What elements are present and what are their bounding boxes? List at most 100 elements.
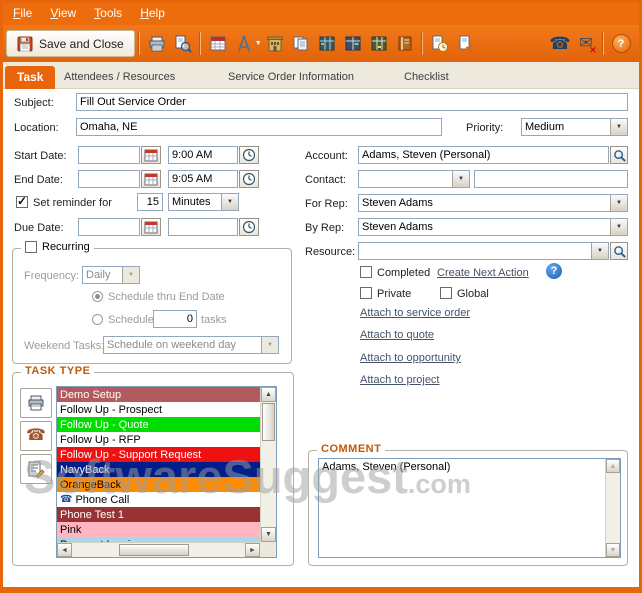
contact-select[interactable]: [358, 170, 470, 188]
task-type-item[interactable]: ☎ Follow Up - RFP: [57, 432, 260, 447]
attach-to-opportunity-link[interactable]: Attach to opportunity: [360, 352, 461, 364]
task-type-item[interactable]: ☎ Follow Up - Quote: [57, 417, 260, 432]
contact-text-input[interactable]: [474, 170, 628, 188]
tab-checklist[interactable]: Checklist: [404, 71, 449, 83]
scroll-left-icon[interactable]: ◄: [57, 543, 72, 557]
schedule-thru-end-date-radio[interactable]: [92, 291, 103, 302]
end-time-input[interactable]: 9:05 AM: [168, 170, 238, 188]
reminder-unit-value: Minutes: [172, 196, 211, 208]
clock-document-icon[interactable]: [427, 31, 453, 57]
scroll-down-icon[interactable]: ▼: [606, 543, 620, 557]
menu-tools[interactable]: Tools: [85, 3, 131, 23]
scroll-right-icon[interactable]: ►: [245, 543, 260, 557]
building-icon[interactable]: [262, 31, 288, 57]
help-icon-blue[interactable]: ?: [546, 263, 562, 279]
resource-lookup-button[interactable]: [610, 242, 628, 260]
journal-grid-icon[interactable]: [340, 31, 366, 57]
print-icon[interactable]: [144, 31, 170, 57]
contact-label: Contact:: [305, 174, 346, 186]
vertical-scroll-thumb[interactable]: [262, 403, 275, 441]
priority-value: Medium: [525, 121, 565, 133]
recurring-checkbox[interactable]: [25, 241, 37, 253]
task-type-item[interactable]: ☎ Demo Setup: [57, 387, 260, 402]
account-input[interactable]: Adams, Steven (Personal): [358, 146, 609, 164]
task-type-horizontal-scrollbar[interactable]: ◄ ►: [57, 542, 260, 557]
global-checkbox[interactable]: [440, 287, 452, 299]
task-type-item[interactable]: ☎ Phone Call: [57, 492, 260, 507]
attach-to-quote-link[interactable]: Attach to quote: [360, 329, 434, 341]
menu-file[interactable]: File: [4, 3, 41, 23]
start-date-input[interactable]: [78, 146, 140, 164]
task-edit-list-button[interactable]: [20, 454, 52, 484]
schedule-tasks-radio[interactable]: [92, 314, 103, 325]
attach-to-service-order-link[interactable]: Attach to service order: [360, 307, 470, 319]
frequency-select[interactable]: Daily: [82, 266, 140, 284]
tab-attendees-resources[interactable]: Attendees / Resources: [64, 71, 175, 83]
weekend-tasks-select[interactable]: Schedule on weekend day: [103, 336, 279, 354]
location-input[interactable]: Omaha, NE: [76, 118, 442, 136]
task-type-item[interactable]: ☎ NavyBack: [57, 462, 260, 477]
scroll-down-icon[interactable]: ▼: [261, 527, 276, 542]
account-value: Adams, Steven (Personal): [362, 149, 491, 161]
task-type-rows: ☎ Demo Setup ☎ Follow Up - Prospect ☎ Fo…: [57, 387, 260, 542]
start-time-input[interactable]: 9:00 AM: [168, 146, 238, 164]
print-preview-icon[interactable]: [170, 31, 196, 57]
comment-textarea[interactable]: Adams, Steven (Personal) ▲ ▼: [318, 458, 621, 558]
comment-scrollbar[interactable]: ▲ ▼: [605, 459, 620, 557]
scroll-up-icon[interactable]: ▲: [606, 459, 620, 473]
documents-icon[interactable]: [288, 31, 314, 57]
menu-bar: File View Tools Help: [0, 0, 642, 25]
horizontal-scroll-thumb[interactable]: [119, 544, 189, 556]
due-date-input[interactable]: [78, 218, 140, 236]
task-type-item[interactable]: ☎ Follow Up - Prospect: [57, 402, 260, 417]
start-date-calendar-button[interactable]: [141, 146, 161, 164]
by-rep-select[interactable]: Steven Adams: [358, 218, 628, 236]
task-phone-button[interactable]: ☎: [20, 421, 52, 451]
reminder-unit-select[interactable]: Minutes: [168, 193, 239, 211]
task-type-item[interactable]: ☎ Follow Up - Support Request: [57, 447, 260, 462]
save-and-close-button[interactable]: Save and Close: [6, 30, 135, 57]
scroll-up-icon[interactable]: ▲: [261, 387, 276, 402]
end-date-input[interactable]: [78, 170, 140, 188]
create-next-action-link[interactable]: Create Next Action: [437, 267, 529, 279]
phone-icon[interactable]: ☎: [547, 31, 573, 57]
tab-service-order-information[interactable]: Service Order Information: [228, 71, 354, 83]
menu-help[interactable]: Help: [131, 3, 174, 23]
end-time-clock-button[interactable]: [239, 170, 259, 188]
schedule-tasks-input[interactable]: 0: [153, 310, 197, 328]
new-document-icon[interactable]: [453, 31, 479, 57]
compass-icon[interactable]: [231, 31, 257, 57]
start-time-clock-button[interactable]: [239, 146, 259, 164]
notebook-icon[interactable]: [392, 31, 418, 57]
completed-label: Completed: [377, 267, 431, 279]
task-type-vertical-scrollbar[interactable]: ▲ ▼: [260, 387, 276, 542]
end-date-calendar-button[interactable]: [141, 170, 161, 188]
due-time-clock-button[interactable]: [239, 218, 259, 236]
help-icon[interactable]: ?: [608, 31, 634, 57]
reminder-minutes-input[interactable]: 15: [137, 193, 163, 211]
private-checkbox[interactable]: [360, 287, 372, 299]
menu-view[interactable]: View: [41, 3, 85, 23]
ledger-grid-icon[interactable]: [366, 31, 392, 57]
due-date-calendar-button[interactable]: [141, 218, 161, 236]
task-type-item[interactable]: ☎ Phone Test 1: [57, 507, 260, 522]
reminder-checkbox[interactable]: [16, 194, 28, 208]
tab-task[interactable]: Task: [5, 66, 56, 89]
calendar-icon[interactable]: [205, 31, 231, 57]
tasks-label: tasks: [201, 314, 227, 326]
subject-input[interactable]: Fill Out Service Order: [76, 93, 628, 111]
compass-dropdown-caret[interactable]: ▼: [255, 40, 262, 47]
completed-checkbox[interactable]: [360, 266, 372, 278]
task-type-item[interactable]: ☎ Pink: [57, 522, 260, 537]
end-date-label: End Date:: [14, 174, 63, 186]
due-time-input[interactable]: [168, 218, 238, 236]
task-type-item[interactable]: ☎ OrangeBack: [57, 477, 260, 492]
planner-grid-icon[interactable]: [314, 31, 340, 57]
mail-remove-icon[interactable]: ✉ ✕: [573, 31, 599, 57]
for-rep-select[interactable]: Steven Adams: [358, 194, 628, 212]
resource-select[interactable]: [358, 242, 609, 260]
task-print-button[interactable]: [20, 388, 52, 418]
priority-select[interactable]: Medium: [521, 118, 628, 136]
account-lookup-button[interactable]: [610, 146, 628, 164]
attach-to-project-link[interactable]: Attach to project: [360, 374, 440, 386]
